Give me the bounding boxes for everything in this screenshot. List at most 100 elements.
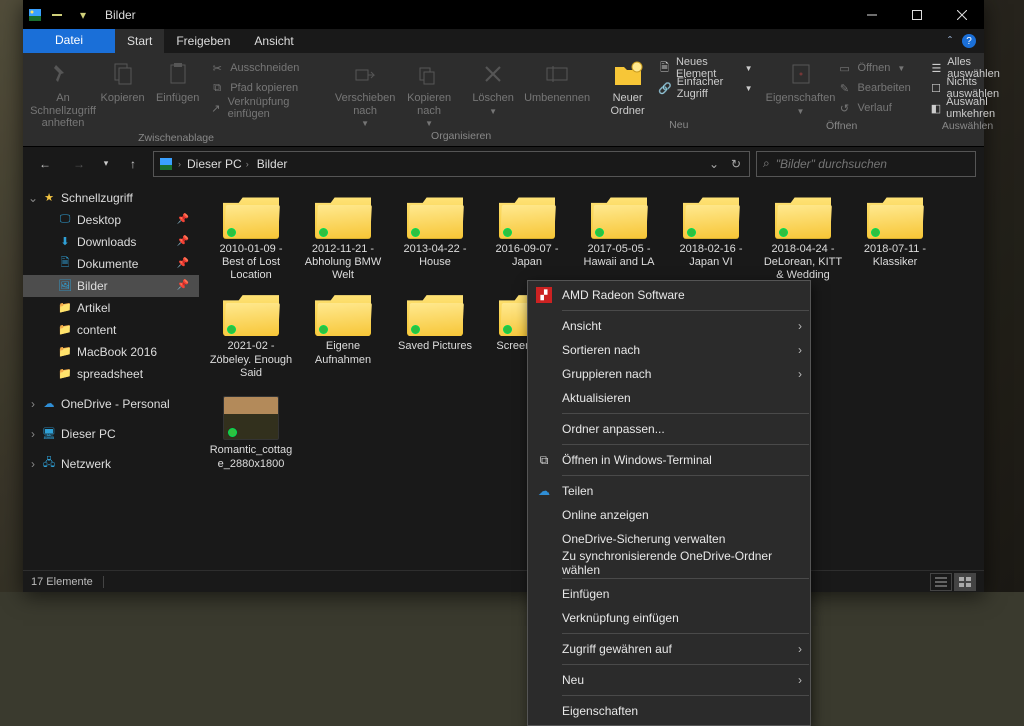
ctx-refresh[interactable]: Aktualisieren	[528, 386, 810, 410]
copy-button[interactable]: Kopieren	[95, 56, 150, 105]
ctx-group[interactable]: Gruppieren nach›	[528, 362, 810, 386]
pin-icon: 📌	[177, 236, 189, 247]
folder-item[interactable]: 2016-09-07 - Japan	[481, 191, 573, 289]
ctx-onedrive-backup[interactable]: OneDrive-Sicherung verwalten	[528, 527, 810, 551]
folder-item[interactable]: 2013-04-22 - House	[389, 191, 481, 289]
ctx-amd-radeon[interactable]: ▞AMD Radeon Software	[528, 283, 810, 307]
folder-item[interactable]: 2018-04-24 - DeLorean, KITT & Wedding	[757, 191, 849, 289]
tree-item-pictures[interactable]: 🖼Bilder📌	[23, 275, 199, 297]
folder-item[interactable]: 2021-02 - Zöbeley. Enough Said	[205, 288, 297, 392]
label: Einfügen	[156, 92, 199, 105]
context-menu[interactable]: ▞AMD Radeon Software Ansicht› Sortieren …	[527, 280, 811, 726]
qat-item[interactable]: ▾	[71, 8, 95, 22]
ctx-grant-access[interactable]: Zugriff gewähren auf›	[528, 637, 810, 661]
folder-item[interactable]: 2010-01-09 - Best of Lost Location	[205, 191, 297, 289]
tree-item-folder[interactable]: 📁content	[23, 319, 199, 341]
select-all-icon: ☰	[931, 60, 942, 76]
ctx-customize-folder[interactable]: Ordner anpassen...	[528, 417, 810, 441]
ctx-windows-terminal[interactable]: ⧉Öffnen in Windows-Terminal	[528, 448, 810, 472]
select-all-button[interactable]: ☰Alles auswählen	[927, 58, 1009, 78]
open-icon: ▭	[837, 60, 853, 76]
tree-item-folder[interactable]: 📁MacBook 2016	[23, 341, 199, 363]
sync-status-icon	[779, 228, 788, 237]
back-button[interactable]: ←	[31, 150, 59, 178]
documents-icon: 🗎	[57, 256, 73, 272]
pin-quickaccess-button[interactable]: An Schnellzugriff anheften	[31, 56, 95, 130]
breadcrumb-bar[interactable]: › Dieser PC› Bilder ⌄ ↻	[153, 151, 750, 177]
open-button[interactable]: ▭Öffnen▼	[833, 58, 915, 78]
ctx-onedrive-choose[interactable]: Zu synchronisierende OneDrive-Ordner wäh…	[528, 551, 810, 575]
ctx-view[interactable]: Ansicht›	[528, 314, 810, 338]
forward-button[interactable]: →	[65, 150, 93, 178]
view-details-button[interactable]	[930, 573, 952, 591]
tree-this-pc[interactable]: ›🖥Dieser PC	[23, 423, 199, 445]
tree-network[interactable]: ›🖧Netzwerk	[23, 453, 199, 475]
file-item[interactable]: Romantic_cottage_2880x1800	[205, 392, 297, 476]
folder-icon: 📁	[57, 366, 73, 382]
move-to-button[interactable]: Verschieben nach▼	[333, 56, 397, 128]
invert-selection-button[interactable]: ◧Auswahl umkehren	[927, 98, 1009, 118]
breadcrumb-segment[interactable]: Bilder	[255, 157, 290, 171]
titlebar[interactable]: ▾ Bilder	[23, 0, 984, 29]
select-none-button[interactable]: ☐Nichts auswählen	[927, 78, 1009, 98]
tree-item-documents[interactable]: 🗎Dokumente📌	[23, 253, 199, 275]
new-item-button[interactable]: 🗎Neues Element▼	[654, 58, 756, 78]
rename-button[interactable]: Umbenennen	[525, 56, 589, 105]
tab-file[interactable]: Datei	[23, 29, 115, 53]
cut-button[interactable]: ✂Ausschneiden	[205, 58, 321, 78]
terminal-icon: ⧉	[536, 452, 552, 468]
ctx-paste[interactable]: Einfügen	[528, 582, 810, 606]
history-button[interactable]: ↺Verlauf	[833, 98, 915, 118]
tree-item-folder[interactable]: 📁Artikel	[23, 297, 199, 319]
breadcrumb-segment[interactable]: Dieser PC›	[185, 157, 251, 171]
paste-shortcut-button[interactable]: ↗Verknüpfung einfügen	[205, 98, 321, 118]
up-button[interactable]: ↑	[119, 150, 147, 178]
folder-icon	[591, 195, 647, 239]
history-dropdown[interactable]: ⌄	[705, 157, 723, 171]
copy-path-button[interactable]: ⧉Pfad kopieren	[205, 78, 321, 98]
new-folder-button[interactable]: Neuer Ordner	[601, 56, 654, 117]
minimize-button[interactable]	[849, 0, 894, 29]
edit-button[interactable]: ✎Bearbeiten	[833, 78, 915, 98]
tree-item-folder[interactable]: 📁spreadsheet	[23, 363, 199, 385]
delete-button[interactable]: Löschen▼	[461, 56, 525, 116]
tree-item-desktop[interactable]: 🖵Desktop📌	[23, 209, 199, 231]
ribbon-collapse-button[interactable]: ˆ	[948, 34, 952, 48]
properties-button[interactable]: Eigenschaften▼	[769, 56, 833, 116]
folder-item[interactable]: 2017-05-05 - Hawaii and LA	[573, 191, 665, 289]
folder-item[interactable]: 2018-02-16 - Japan VI	[665, 191, 757, 289]
qat-item[interactable]	[45, 14, 69, 16]
tab-view[interactable]: Ansicht	[242, 29, 305, 53]
search-box[interactable]: ⌕	[756, 151, 976, 177]
close-button[interactable]	[939, 0, 984, 29]
maximize-button[interactable]	[894, 0, 939, 29]
tree-quickaccess[interactable]: ⌄★Schnellzugriff	[23, 187, 199, 209]
tab-share[interactable]: Freigeben	[164, 29, 242, 53]
tab-home[interactable]: Start	[115, 29, 164, 53]
tree-onedrive[interactable]: ›☁OneDrive - Personal	[23, 393, 199, 415]
ctx-sort[interactable]: Sortieren nach›	[528, 338, 810, 362]
ctx-share[interactable]: ☁Teilen	[528, 479, 810, 503]
tree-item-downloads[interactable]: ⬇Downloads📌	[23, 231, 199, 253]
folder-item[interactable]: 2012-11-21 - Abholung BMW Welt	[297, 191, 389, 289]
ctx-new[interactable]: Neu›	[528, 668, 810, 692]
file-label: 2021-02 - Zöbeley. Enough Said	[207, 340, 295, 380]
folder-item[interactable]: Saved Pictures	[389, 288, 481, 392]
search-input[interactable]	[776, 157, 969, 171]
label: Kopieren	[101, 92, 145, 105]
easy-access-button[interactable]: 🔗Einfacher Zugriff▼	[654, 78, 756, 98]
refresh-button[interactable]: ↻	[727, 157, 745, 171]
folder-item[interactable]: Eigene Aufnahmen	[297, 288, 389, 392]
paste-button[interactable]: Einfügen	[150, 56, 205, 105]
app-icon	[27, 7, 43, 23]
recent-dropdown[interactable]: ▾	[99, 150, 113, 178]
copy-to-button[interactable]: Kopieren nach▼	[397, 56, 461, 128]
ctx-properties[interactable]: Eigenschaften	[528, 699, 810, 723]
view-icons-button[interactable]	[954, 573, 976, 591]
ctx-view-online[interactable]: Online anzeigen	[528, 503, 810, 527]
help-button[interactable]: ?	[962, 34, 976, 48]
rename-icon	[541, 58, 573, 90]
navigation-pane[interactable]: ⌄★Schnellzugriff 🖵Desktop📌 ⬇Downloads📌 🗎…	[23, 181, 199, 570]
ctx-paste-shortcut[interactable]: Verknüpfung einfügen	[528, 606, 810, 630]
folder-item[interactable]: 2018-07-11 - Klassiker	[849, 191, 941, 289]
